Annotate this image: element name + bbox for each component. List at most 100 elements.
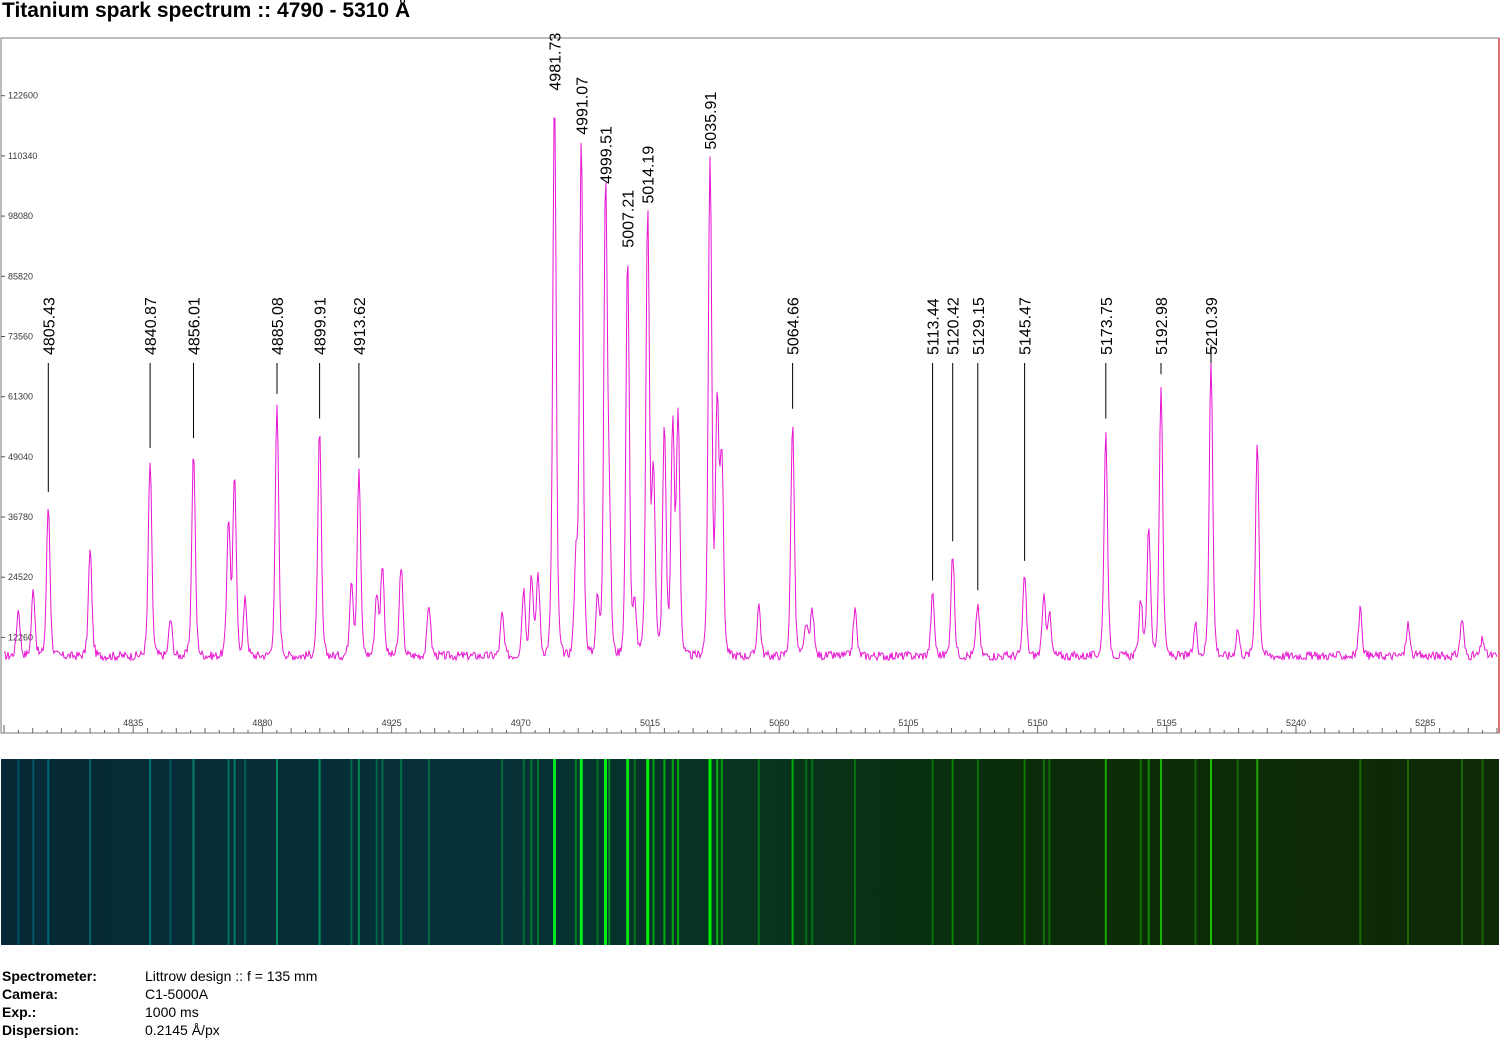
y-tick-label: 98080 — [8, 211, 33, 221]
spectral-line — [169, 759, 172, 945]
spectral-line — [579, 759, 583, 945]
x-tick-label: 4880 — [252, 718, 272, 728]
instrument-info: Spectrometer: Littrow design :: f = 135 … — [2, 967, 317, 1039]
line-label: 4991.07 — [574, 77, 591, 135]
spectral-line — [652, 759, 655, 945]
spectral-line — [1042, 759, 1045, 945]
spectral-line — [400, 759, 403, 945]
spectral-line — [677, 759, 680, 945]
info-row-spectrometer: Spectrometer: Littrow design :: f = 135 … — [2, 967, 317, 985]
x-tick-label: 5105 — [898, 718, 918, 728]
line-label: 4805.43 — [41, 297, 58, 355]
line-label: 5007.21 — [621, 190, 638, 248]
spectral-line — [757, 759, 760, 945]
spectral-line — [233, 759, 236, 945]
spectral-line — [646, 759, 650, 945]
plot-frame — [0, 37, 1500, 734]
spectral-line — [149, 759, 152, 945]
spectral-line — [1256, 759, 1259, 945]
spectral-line — [1407, 759, 1409, 945]
spectral-line — [976, 759, 979, 945]
x-tick-label: 5240 — [1286, 718, 1306, 728]
spectral-line — [1048, 759, 1051, 945]
spectral-line — [381, 759, 384, 945]
spectral-line — [791, 759, 794, 945]
y-tick-label: 110340 — [8, 151, 37, 161]
line-label: 4885.08 — [270, 297, 287, 355]
spectral-line — [720, 759, 723, 945]
line-label: 5173.75 — [1099, 297, 1116, 355]
spectral-line — [1147, 759, 1150, 945]
line-label: 5129.15 — [971, 297, 988, 355]
spectral-line — [626, 759, 630, 945]
y-tick-label: 49040 — [8, 452, 33, 462]
spectral-line — [32, 759, 35, 945]
spectral-line — [604, 759, 607, 945]
x-tick-label: 4925 — [382, 718, 402, 728]
x-tick-label: 5015 — [640, 718, 660, 728]
spectral-line — [1139, 759, 1142, 945]
info-value: C1-5000A — [145, 986, 209, 1002]
spectral-line — [192, 759, 195, 945]
spectral-line — [671, 759, 674, 945]
spectral-line — [276, 759, 278, 945]
spectral-line — [708, 759, 712, 945]
y-tick-label: 122600 — [8, 91, 38, 101]
spectral-line — [951, 759, 954, 945]
y-tick-label: 73560 — [8, 332, 33, 342]
spectral-line — [1210, 759, 1212, 945]
line-label: 5035.91 — [703, 92, 720, 150]
spectral-line — [530, 759, 533, 945]
info-row-exposure: Exp.: 1000 ms — [2, 1003, 317, 1021]
y-tick-label: 61300 — [8, 392, 33, 402]
spectral-line — [811, 759, 814, 945]
line-label: 4913.62 — [352, 297, 369, 355]
spectral-line — [357, 759, 360, 945]
info-key: Dispersion: — [2, 1022, 80, 1038]
line-label: 4999.51 — [599, 126, 616, 184]
line-label: 4856.01 — [187, 297, 204, 355]
spectral-line — [350, 759, 353, 945]
line-label: 4981.73 — [548, 33, 565, 91]
spectral-line — [244, 759, 247, 945]
line-label: 5210.39 — [1204, 297, 1221, 355]
spectral-line — [716, 759, 719, 945]
line-label: 5120.42 — [946, 297, 963, 355]
spectral-line — [227, 759, 230, 945]
info-value: 1000 ms — [145, 1004, 199, 1020]
spectral-line — [1359, 759, 1362, 945]
spectral-line — [1194, 759, 1197, 945]
line-label: 5192.98 — [1154, 297, 1171, 355]
spectral-line — [537, 759, 539, 945]
info-row-camera: Camera: C1-5000A — [2, 985, 317, 1003]
spectral-line — [501, 759, 504, 945]
spectral-line — [522, 759, 525, 945]
spectral-line — [854, 759, 856, 945]
spectral-line — [633, 759, 636, 945]
x-tick-label: 5060 — [769, 718, 789, 728]
info-key: Camera: — [2, 986, 59, 1002]
x-tick-label: 4970 — [511, 718, 531, 728]
spectral-line — [1023, 759, 1026, 945]
line-label: 5145.47 — [1018, 297, 1035, 355]
spectral-line — [427, 759, 430, 945]
info-value: Littrow design :: f = 135 mm — [145, 968, 318, 984]
x-tick-label: 5285 — [1415, 718, 1435, 728]
line-label: 5064.66 — [786, 297, 803, 355]
info-value: 0.2145 Å/px — [145, 1022, 220, 1038]
spectral-line — [375, 759, 378, 945]
spectral-line — [1481, 759, 1484, 945]
spectral-line — [596, 759, 599, 945]
spectral-line — [663, 759, 666, 945]
line-label: 4899.91 — [313, 297, 330, 355]
spectral-line — [1461, 759, 1463, 945]
spectral-line — [47, 759, 50, 945]
spectral-line — [318, 759, 321, 945]
info-row-dispersion: Dispersion: 0.2145 Å/px — [2, 1021, 317, 1039]
y-tick-label: 36780 — [8, 512, 33, 522]
x-tick-label: 4835 — [123, 718, 143, 728]
x-tick-label: 5150 — [1028, 718, 1048, 728]
spectral-line — [17, 759, 20, 945]
line-label: 5113.44 — [926, 298, 943, 355]
y-tick-label: 24520 — [8, 572, 33, 582]
